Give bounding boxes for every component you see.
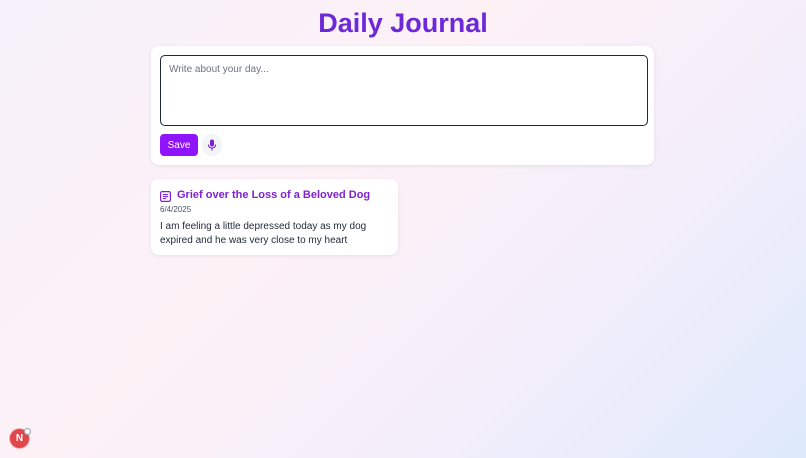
- journal-entry-icon: [160, 191, 171, 202]
- journal-entry-input[interactable]: [160, 55, 648, 126]
- entry-title: Grief over the Loss of a Beloved Dog: [177, 189, 371, 201]
- voice-input-button[interactable]: [202, 134, 222, 156]
- entry-body: I am feeling a little depressed today as…: [160, 221, 367, 246]
- microphone-icon: [207, 139, 217, 151]
- save-button[interactable]: Save: [160, 134, 198, 156]
- page-title: Daily Journal: [318, 8, 488, 38]
- entry-date: 6/4/2025: [160, 205, 192, 214]
- journal-editor-card: Save: [151, 46, 654, 165]
- status-indicator: [24, 428, 31, 435]
- journal-entry-card[interactable]: Grief over the Loss of a Beloved Dog 6/4…: [151, 179, 398, 255]
